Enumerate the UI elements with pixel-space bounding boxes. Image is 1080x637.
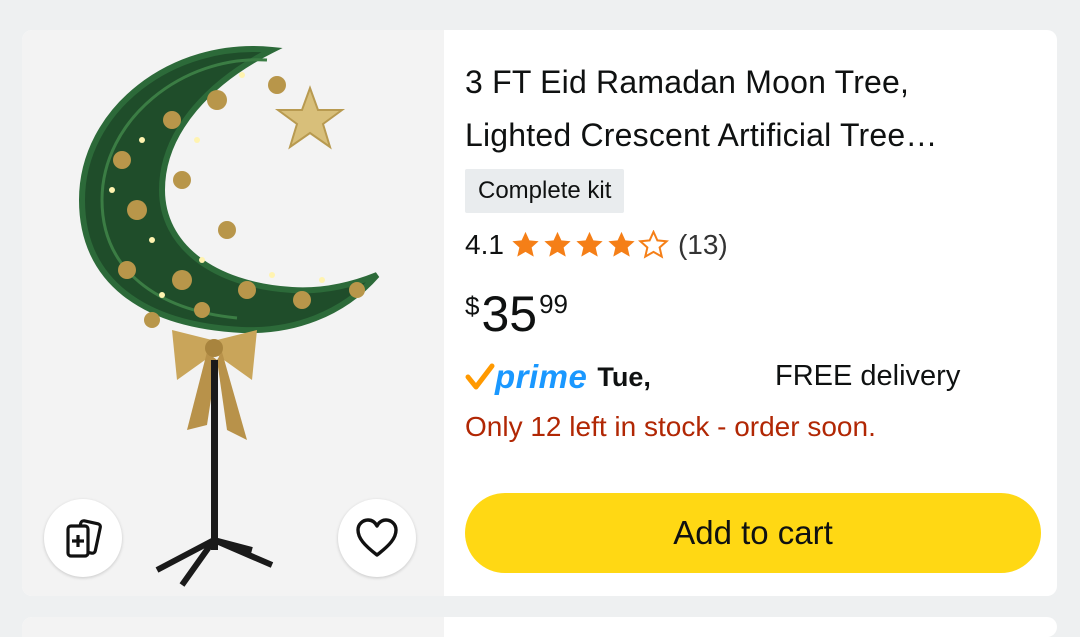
compare-cards-icon <box>66 519 102 558</box>
complete-kit-badge: Complete kit <box>465 169 625 213</box>
star-icon <box>576 231 603 257</box>
delivery-day: Tue, <box>597 361 651 392</box>
star-empty-icon <box>637 230 669 259</box>
product-title-line1[interactable]: 3 FT Eid Ramadan Moon Tree, <box>465 56 1035 109</box>
rating-row[interactable]: 4.1 (13) <box>465 225 728 265</box>
wishlist-button[interactable] <box>338 499 416 577</box>
star-rating <box>510 230 670 260</box>
stock-message: Only 12 left in stock - order soon. <box>465 411 876 442</box>
previous-card-edge <box>0 0 1080 22</box>
star-icon <box>512 231 539 257</box>
next-product-card-edge[interactable] <box>22 617 1057 637</box>
compare-button[interactable] <box>44 499 122 577</box>
next-product-image-edge <box>22 617 444 637</box>
add-to-cart-button[interactable]: Add to cart <box>465 493 1041 573</box>
free-delivery-text: FREE delivery <box>775 360 961 392</box>
star-icon <box>608 231 635 257</box>
prime-logo: prime <box>465 358 587 396</box>
prime-check-icon <box>465 363 495 390</box>
price-symbol: $ <box>465 291 480 321</box>
product-title[interactable]: 3 FT Eid Ramadan Moon Tree, Lighted Cres… <box>465 56 1035 162</box>
star-icon <box>544 231 571 257</box>
rating-value: 4.1 <box>465 229 504 260</box>
prime-label: prime <box>495 358 588 395</box>
product-details: 3 FT Eid Ramadan Moon Tree, Lighted Cres… <box>465 30 1045 596</box>
heart-icon <box>356 518 398 557</box>
price-whole: 35 <box>481 286 538 342</box>
product-card[interactable]: 3 FT Eid Ramadan Moon Tree, Lighted Cres… <box>22 30 1057 596</box>
price-fraction: 99 <box>539 289 569 319</box>
review-count[interactable]: (13) <box>678 229 728 261</box>
price: $ 35 99 <box>465 285 568 343</box>
delivery-row: prime Tue, FREE delivery <box>465 352 1035 402</box>
product-title-line2[interactable]: Lighted Crescent Artificial Tree… <box>465 109 1035 162</box>
product-image[interactable] <box>22 30 444 596</box>
